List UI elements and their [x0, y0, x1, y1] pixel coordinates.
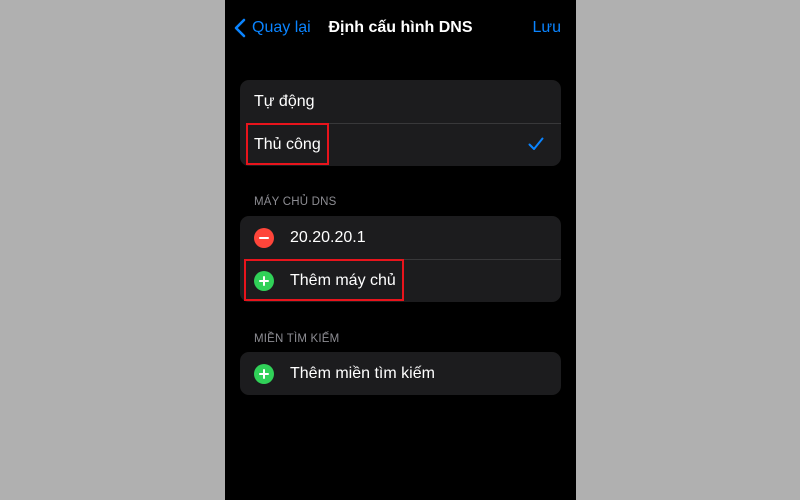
add-icon: [254, 363, 274, 384]
save-button[interactable]: Lưu: [532, 14, 561, 42]
add-server-label: Thêm máy chủ: [290, 271, 396, 289]
search-domains-header: MIỀN TÌM KIẾM: [254, 333, 340, 345]
add-server-row[interactable]: Thêm máy chủ: [240, 259, 561, 302]
phone-screen: Quay lại Định cấu hình DNS Lưu Tự động T…: [225, 0, 576, 500]
chevron-left-icon: [234, 18, 246, 38]
search-domains-group: Thêm miền tìm kiếm: [240, 352, 561, 395]
back-label: Quay lại: [252, 19, 311, 36]
option-manual-label: Thủ công: [254, 135, 321, 153]
add-icon: [254, 270, 274, 291]
option-automatic-label: Tự động: [254, 92, 315, 110]
dns-servers-group: 20.20.20.1 Thêm máy chủ: [240, 216, 561, 302]
dns-server-row[interactable]: 20.20.20.1: [240, 216, 561, 259]
back-button[interactable]: Quay lại: [233, 14, 311, 42]
checkmark-icon: [528, 137, 544, 150]
option-automatic[interactable]: Tự động: [240, 80, 561, 123]
dns-mode-group: Tự động Thủ công: [240, 80, 561, 166]
option-manual[interactable]: Thủ công: [240, 123, 561, 166]
dns-server-address: 20.20.20.1: [290, 228, 366, 246]
dns-servers-header: MÁY CHỦ DNS: [254, 196, 337, 208]
add-search-domain-label: Thêm miền tìm kiếm: [290, 364, 435, 382]
delete-server-button[interactable]: [254, 227, 274, 248]
add-search-domain-row[interactable]: Thêm miền tìm kiếm: [240, 352, 561, 395]
